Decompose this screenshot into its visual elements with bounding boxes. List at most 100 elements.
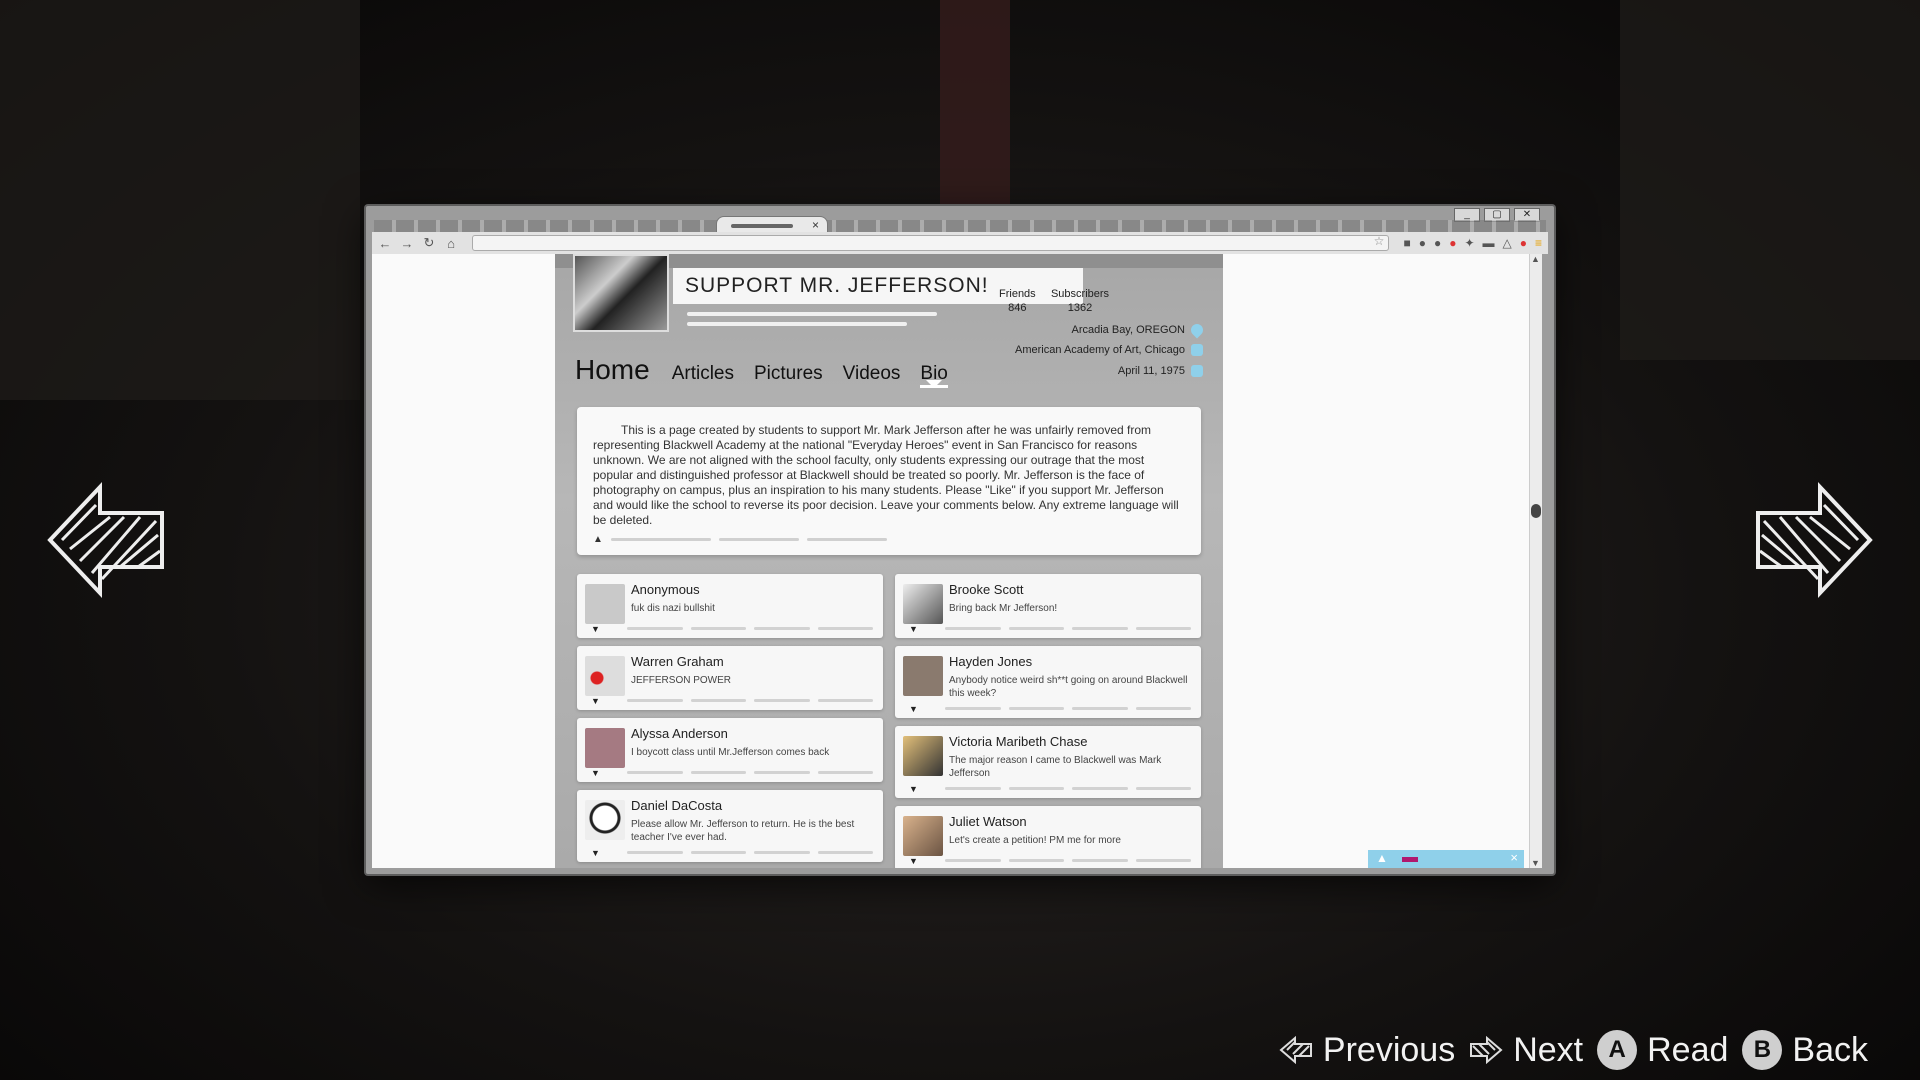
commenter-name: Juliet Watson <box>949 814 1027 829</box>
chat-close-icon[interactable]: × <box>1510 850 1518 865</box>
bookmark-star-icon[interactable]: ☆ <box>1374 234 1385 248</box>
calendar-icon <box>1191 365 1203 377</box>
school-icon <box>1191 344 1203 356</box>
b-button-icon: B <box>1742 1030 1783 1070</box>
forward-arrow-icon[interactable]: → <box>400 236 414 251</box>
extension-square-icon[interactable]: ■ <box>1403 236 1410 250</box>
commenter-avatar <box>903 656 943 696</box>
commenter-avatar <box>903 584 943 624</box>
comment-expand-icon[interactable]: ▼ <box>591 768 600 778</box>
previous-page-arrow-icon[interactable] <box>40 475 170 605</box>
extension-record-icon[interactable]: ● <box>1520 236 1527 250</box>
tab-videos[interactable]: Videos <box>843 363 901 385</box>
extension-puzzle-icon[interactable]: ✦ <box>1464 236 1474 250</box>
comment-expand-icon[interactable]: ▼ <box>909 856 918 866</box>
birthday-info: April 11, 1975 <box>1118 365 1203 377</box>
subscribers-stat[interactable]: Subscribers 1362 <box>1045 288 1115 314</box>
commenter-avatar <box>585 728 625 768</box>
previous-prompt[interactable]: Previous <box>1279 1031 1455 1070</box>
background-board <box>1620 0 1920 360</box>
comment-card[interactable]: Brooke Scott Bring back Mr Jefferson! ▼ <box>895 574 1201 638</box>
collapse-caret-icon[interactable]: ▲ <box>593 534 603 545</box>
bio-card: This is a page created by students to su… <box>577 407 1201 555</box>
scroll-up-icon[interactable]: ▲ <box>1531 254 1540 264</box>
comment-card[interactable]: Hayden Jones Anybody notice weird sh**t … <box>895 646 1201 718</box>
next-prompt[interactable]: Next <box>1469 1031 1583 1070</box>
school-info: American Academy of Art, Chicago <box>1015 344 1203 356</box>
comment-message: Let's create a petition! PM me for more <box>949 835 1121 846</box>
comment-expand-icon[interactable]: ▼ <box>591 848 600 858</box>
tab-bio[interactable]: Bio <box>920 363 948 388</box>
page-viewport: SUPPORT MR. JEFFERSON! Friends 846 Subsc… <box>372 254 1542 868</box>
tab-title-scribble <box>731 224 793 228</box>
back-arrow-icon[interactable]: ← <box>378 236 392 251</box>
browser-toolbar: ← → ↻ ⌂ ☆ ■ ● ● ● ✦ ▬ △ ● ≡ <box>372 232 1548 254</box>
commenter-name: Alyssa Anderson <box>631 726 728 741</box>
extension-drop-icon[interactable]: ● <box>1434 236 1441 250</box>
comment-footer <box>945 627 1191 630</box>
commenter-avatar <box>585 584 625 624</box>
extension-circle-icon[interactable]: ● <box>1419 236 1426 250</box>
browser-window: _ ▢ ✕ × ← → ↻ ⌂ ☆ ■ ● ● ● ✦ ▬ △ ● ≡ SUPP… <box>366 206 1554 874</box>
commenter-name: Brooke Scott <box>949 582 1024 597</box>
comment-footer <box>627 771 873 774</box>
comment-card[interactable]: Juliet Watson Let's create a petition! P… <box>895 806 1201 868</box>
tab-close-icon[interactable]: × <box>812 218 819 232</box>
comment-message: I boycott class until Mr.Jefferson comes… <box>631 747 830 758</box>
extension-triangle-icon[interactable]: △ <box>1503 236 1512 250</box>
location-pin-icon <box>1188 321 1206 339</box>
comment-card[interactable]: Warren Graham JEFFERSON POWER ▼ <box>577 646 883 710</box>
comment-message: Bring back Mr Jefferson! <box>949 603 1058 614</box>
next-arrow-icon <box>1470 1036 1503 1064</box>
comment-expand-icon[interactable]: ▼ <box>909 704 918 714</box>
tab-articles[interactable]: Articles <box>672 363 734 385</box>
comment-footer <box>945 707 1191 710</box>
commenter-name: Hayden Jones <box>949 654 1033 669</box>
chat-popup[interactable]: ▲ × <box>1368 850 1524 868</box>
comment-footer <box>945 859 1191 862</box>
chat-notification-bar <box>1402 857 1418 862</box>
tab-home[interactable]: Home <box>575 354 650 386</box>
chat-expand-icon[interactable]: ▲ <box>1376 851 1388 865</box>
commenter-avatar <box>903 816 943 856</box>
back-prompt[interactable]: B Back <box>1742 1030 1868 1070</box>
reload-icon[interactable]: ↻ <box>422 235 436 251</box>
location-info: Arcadia Bay, OREGON <box>1072 321 1206 339</box>
comment-expand-icon[interactable]: ▼ <box>591 696 600 706</box>
comment-card[interactable]: Victoria Maribeth Chase The major reason… <box>895 726 1201 798</box>
comment-expand-icon[interactable]: ▼ <box>909 784 918 794</box>
profile-photo <box>573 254 669 332</box>
extension-red-icon[interactable]: ● <box>1449 236 1456 250</box>
commenter-avatar <box>585 800 625 840</box>
page-scrollbar[interactable]: ▲ ▼ <box>1529 254 1542 868</box>
background-shelf <box>0 0 360 400</box>
extension-cloud-icon[interactable]: ▬ <box>1483 236 1495 250</box>
tab-strip <box>374 220 1546 232</box>
commenter-avatar <box>585 656 625 696</box>
menu-icon[interactable]: ≡ <box>1535 236 1542 250</box>
scroll-down-icon[interactable]: ▼ <box>1531 858 1540 868</box>
home-icon[interactable]: ⌂ <box>444 236 458 251</box>
comment-message: Anybody notice weird sh**t going on arou… <box>949 675 1188 699</box>
commenter-name: Daniel DaCosta <box>631 798 723 813</box>
comment-card[interactable]: Alyssa Anderson I boycott class until Mr… <box>577 718 883 782</box>
previous-arrow-icon <box>1279 1036 1312 1064</box>
scroll-thumb[interactable] <box>1531 504 1541 518</box>
comment-card[interactable]: Daniel DaCosta Please allow Mr. Jefferso… <box>577 790 883 862</box>
commenter-avatar <box>903 736 943 776</box>
profile-nav: Home Articles Pictures Videos Bio <box>575 354 948 388</box>
friends-stat[interactable]: Friends 846 <box>999 288 1036 314</box>
address-bar[interactable]: ☆ <box>472 234 1390 251</box>
friends-label: Friends <box>999 288 1036 300</box>
commenter-name: Victoria Maribeth Chase <box>949 734 1088 749</box>
friends-count: 846 <box>1008 302 1027 314</box>
comment-card[interactable]: Anonymous fuk dis nazi bullshit ▼ <box>577 574 883 638</box>
read-prompt[interactable]: A Read <box>1597 1030 1728 1070</box>
comment-expand-icon[interactable]: ▼ <box>909 624 918 634</box>
next-page-arrow-icon[interactable] <box>1750 475 1880 605</box>
comment-expand-icon[interactable]: ▼ <box>591 624 600 634</box>
tab-pictures[interactable]: Pictures <box>754 363 823 385</box>
bio-text: This is a page created by students to su… <box>593 423 1179 527</box>
previous-label: Previous <box>1322 1030 1456 1069</box>
comment-message: Please allow Mr. Jefferson to return. He… <box>631 819 855 843</box>
